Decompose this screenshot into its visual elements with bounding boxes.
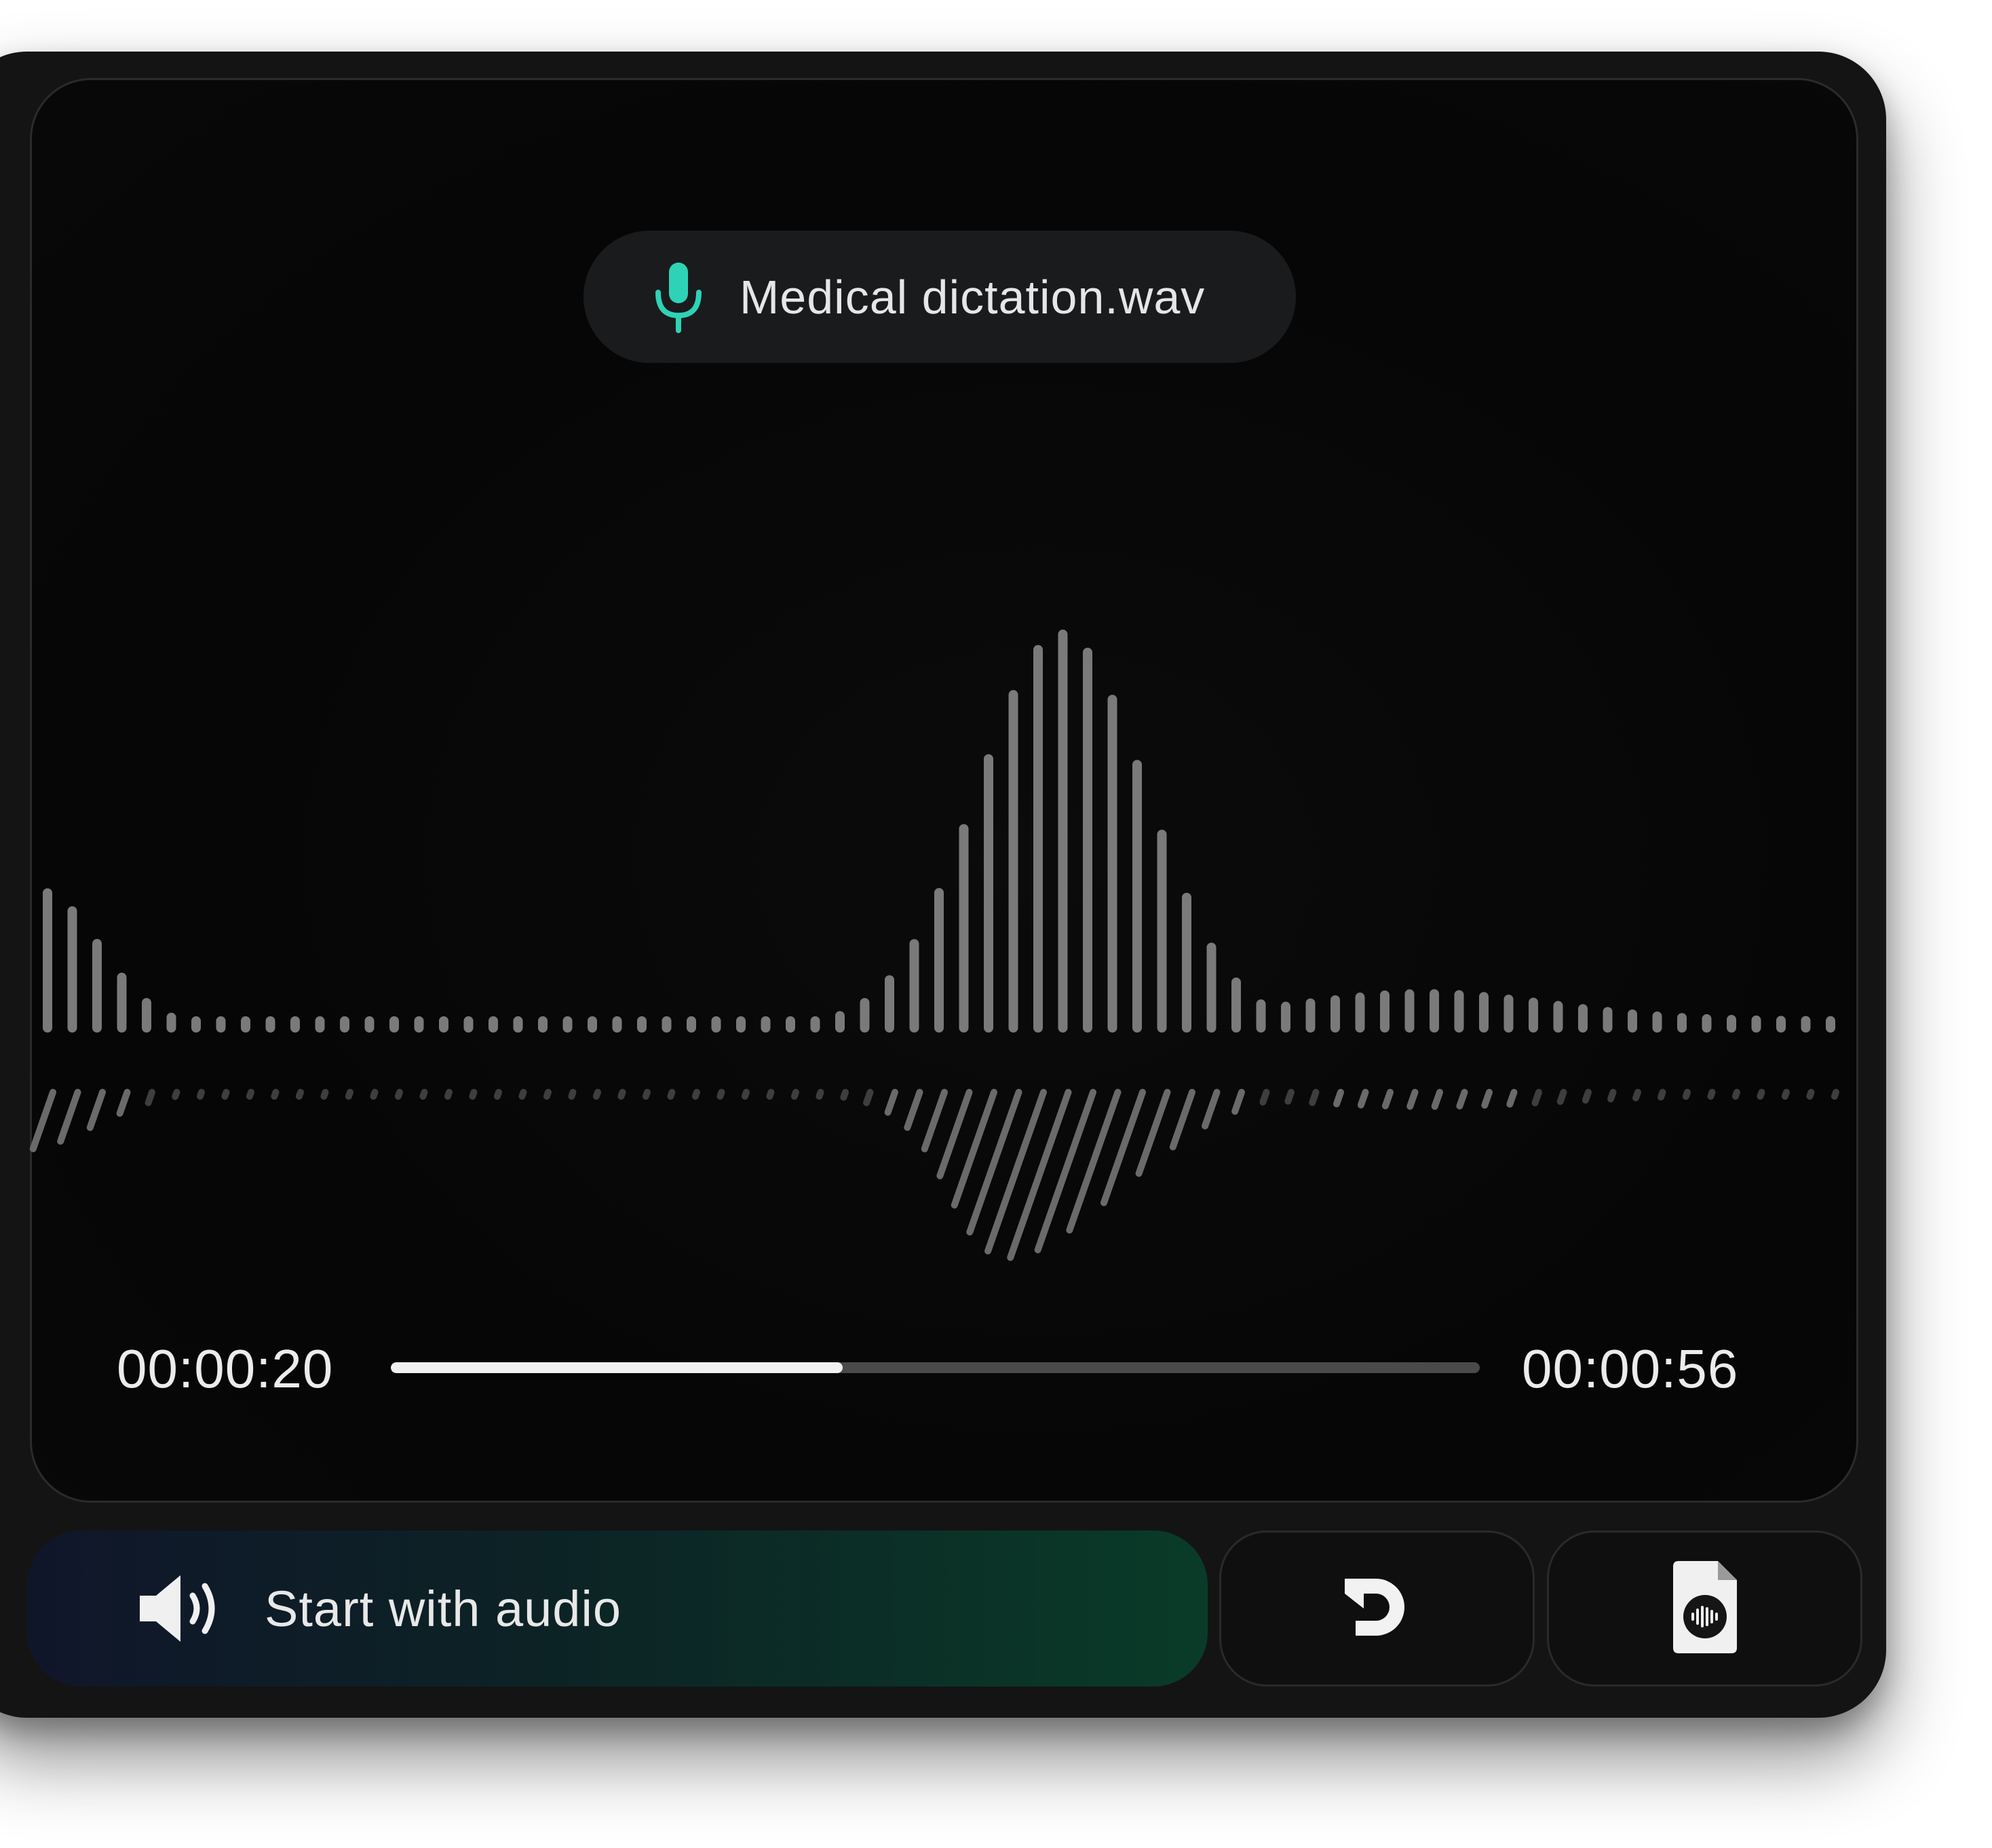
start-with-audio-button[interactable]: Start with audio [27,1531,1208,1687]
redo-icon [1337,1566,1418,1651]
elapsed-time: 00:00:20 [117,1339,334,1399]
progress-fill [391,1362,843,1373]
file-name: Medical dictation.wav [740,270,1206,324]
audio-file-icon [1668,1560,1742,1658]
file-name-pill: Medical dictation.wav [583,231,1296,363]
microphone-icon [651,260,706,334]
progress-bar[interactable] [391,1362,1480,1373]
audio-file-button[interactable] [1547,1531,1862,1687]
total-time: 00:00:56 [1522,1339,1739,1399]
start-with-audio-label: Start with audio [265,1580,622,1637]
redo-button[interactable] [1219,1531,1535,1687]
speaker-icon [136,1571,224,1646]
